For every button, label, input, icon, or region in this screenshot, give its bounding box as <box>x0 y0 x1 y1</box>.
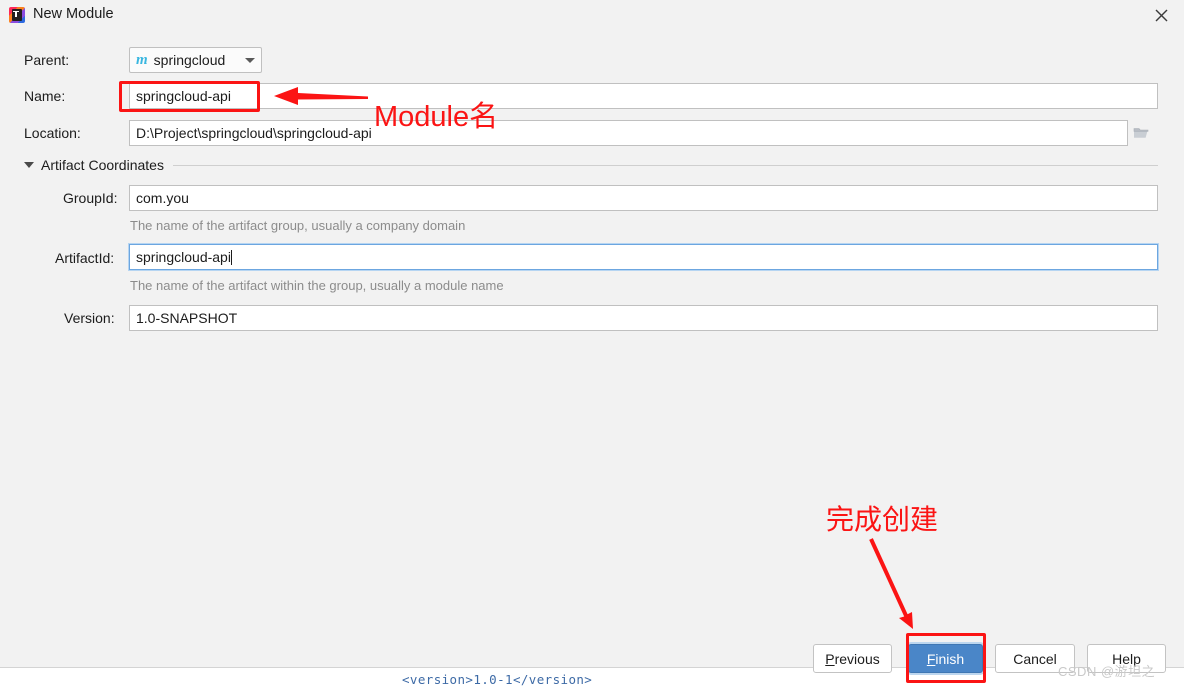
previous-button[interactable]: Previous <box>813 644 892 673</box>
version-input[interactable]: 1.0-SNAPSHOT <box>129 305 1158 331</box>
artifactid-input[interactable]: springcloud-api <box>129 244 1158 270</box>
text-cursor <box>230 249 232 265</box>
parent-label: Parent: <box>24 52 70 68</box>
groupid-input[interactable]: com.you <box>129 185 1158 211</box>
location-label: Location: <box>24 125 81 141</box>
name-input[interactable]: springcloud-api <box>129 83 1158 109</box>
folder-open-icon[interactable] <box>1128 120 1154 146</box>
name-label: Name: <box>24 88 66 104</box>
new-module-dialog: New Module Parent: m springcloud Name: s… <box>0 0 1184 679</box>
artifact-coordinates-section-header[interactable]: Artifact Coordinates <box>24 157 1158 173</box>
finish-button[interactable]: Finish <box>908 644 983 673</box>
section-divider <box>172 164 1158 166</box>
intellij-idea-icon <box>9 7 25 23</box>
parent-combobox[interactable]: m springcloud <box>129 47 262 73</box>
artifactid-input-value: springcloud-api <box>136 249 231 265</box>
location-input[interactable]: D:\Project\springcloud\springcloud-api <box>129 120 1128 146</box>
chevron-down-icon <box>245 57 255 63</box>
version-label: Version: <box>64 310 115 326</box>
artifactid-label: ArtifactId: <box>55 250 115 266</box>
background-xml-line: <version>1.0-1</version> <box>402 672 593 687</box>
dialog-titlebar: New Module <box>0 0 1184 30</box>
dialog-title: New Module <box>33 6 114 22</box>
maven-module-icon: m <box>136 51 148 68</box>
groupid-label: GroupId: <box>63 190 118 206</box>
watermark: CSDN @游坦之 <box>1058 664 1156 679</box>
triangle-down-icon <box>24 162 34 168</box>
artifactid-hint: The name of the artifact within the grou… <box>130 278 504 293</box>
groupid-hint: The name of the artifact group, usually … <box>130 218 466 233</box>
close-icon[interactable] <box>1138 0 1184 30</box>
artifact-coordinates-label: Artifact Coordinates <box>41 157 164 173</box>
parent-combobox-value: springcloud <box>153 52 226 68</box>
